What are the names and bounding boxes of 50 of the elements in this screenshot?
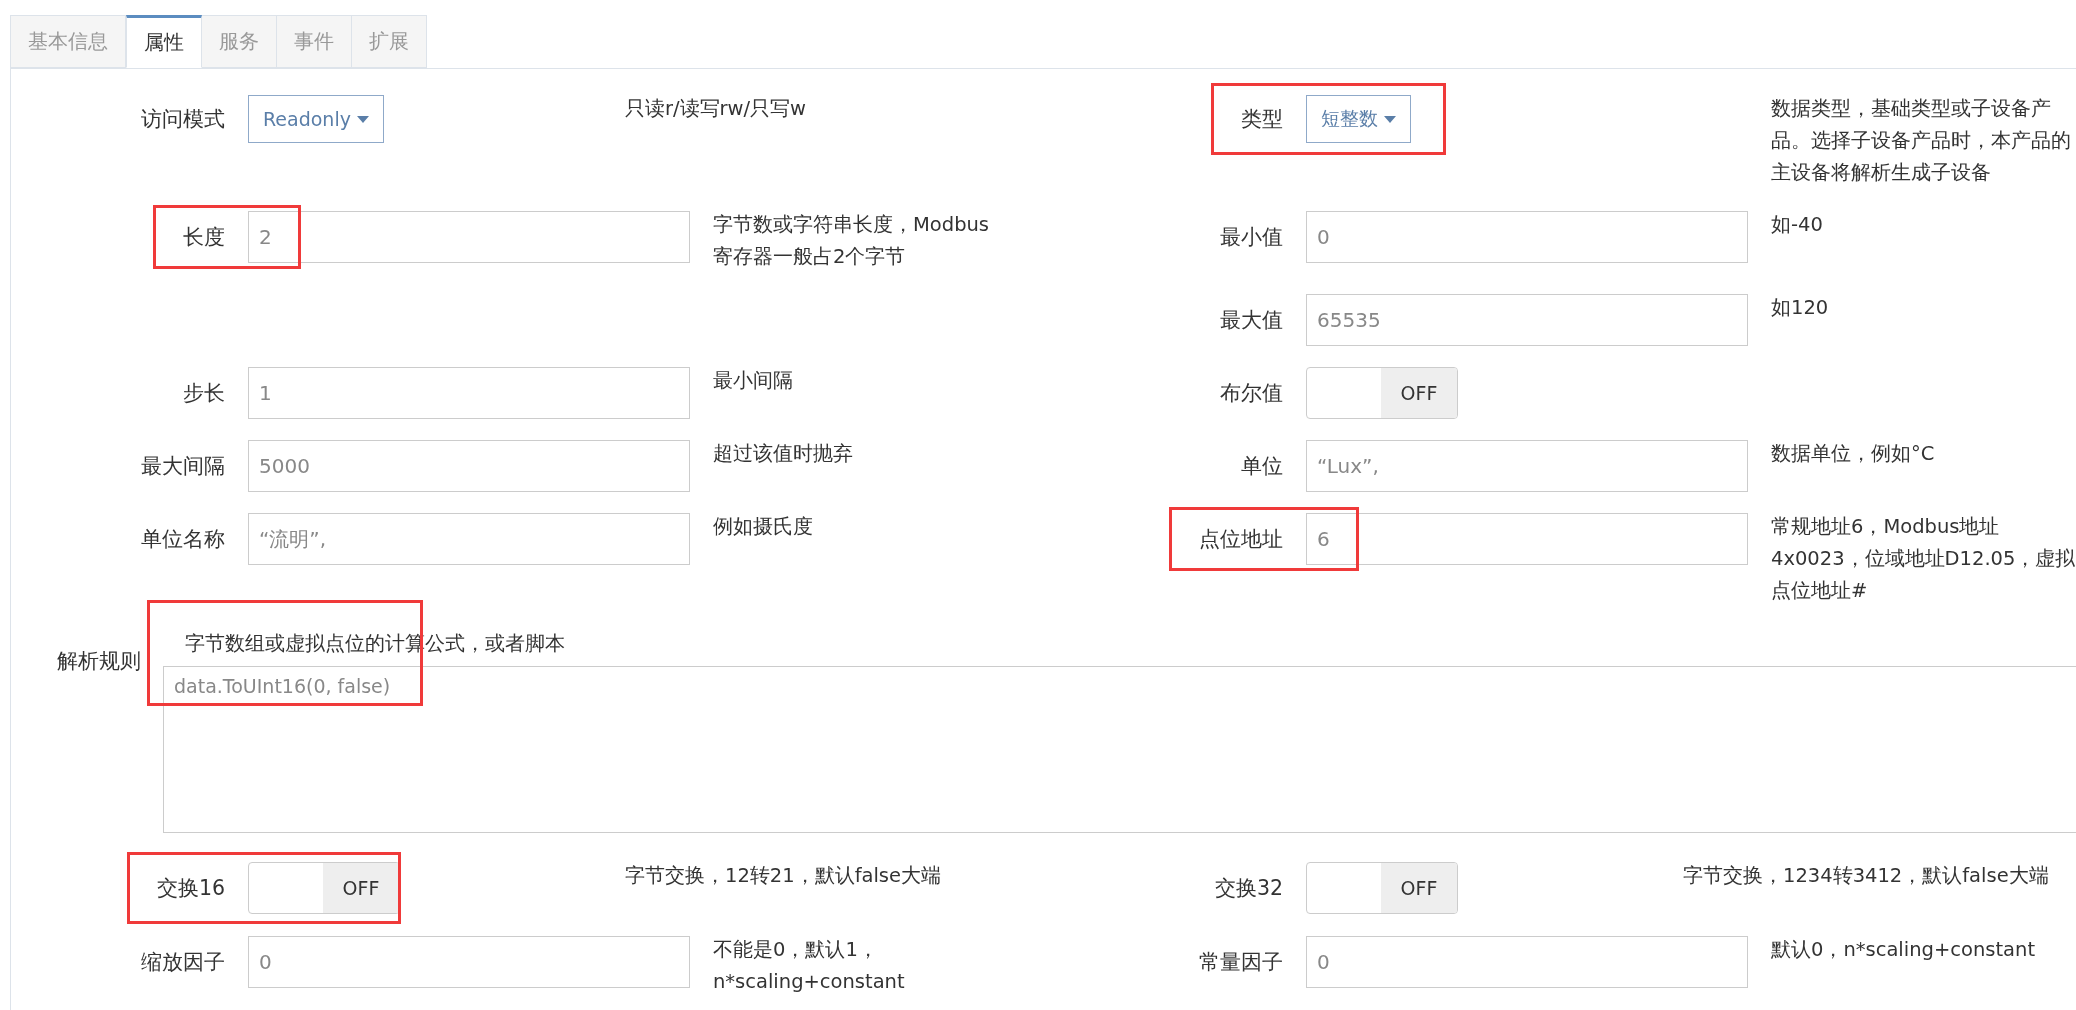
toggle-switch[interactable]: OFF: [1306, 862, 1458, 914]
field-label: 最大值: [1220, 307, 1283, 334]
tab[interactable]: 扩展: [352, 15, 427, 68]
field-label: 步长: [183, 380, 225, 407]
help-text: 常规地址6，Modbus地址4x0023，位域地址D12.05，虚拟点位地址#: [1771, 514, 2076, 604]
field-label: 交换16: [156, 874, 225, 902]
help-text: 字节交换，1234转3412，默认false大端: [1683, 863, 2050, 889]
field-label: 单位: [1241, 453, 1283, 480]
dropdown-button[interactable]: 短整数: [1306, 95, 1411, 143]
help-text: 如-40: [1771, 212, 1824, 238]
script-textarea[interactable]: data.ToUInt16(0, false): [163, 666, 2076, 833]
field-label: 布尔值: [1220, 380, 1283, 407]
caret-icon: [1384, 115, 1396, 123]
input-field[interactable]: 1: [248, 367, 690, 419]
help-text: 数据类型，基础类型或子设备产品。选择子设备产品时，本产品的主设备将解析生成子设备: [1771, 96, 2072, 186]
help-text: 如120: [1771, 295, 1830, 321]
field-label: 类型: [1241, 105, 1283, 133]
field-label: 缩放因子: [141, 949, 225, 976]
input-field[interactable]: “Lux”,: [1306, 440, 1748, 492]
field-label: 单位名称: [141, 526, 225, 553]
input-field[interactable]: 0: [1306, 211, 1748, 263]
field-label: 交换32: [1214, 875, 1283, 902]
input-field[interactable]: “流明”,: [248, 513, 690, 565]
input-field[interactable]: 6: [1306, 513, 1748, 565]
tab[interactable]: 事件: [277, 15, 352, 68]
toggle-switch[interactable]: OFF: [1306, 367, 1458, 419]
help-text: 字节交换，12转21，默认false大端: [625, 863, 942, 889]
field-label: 访问模式: [141, 106, 225, 133]
field-label: 解析规则: [57, 648, 141, 675]
field-label: 最大间隔: [141, 453, 225, 480]
input-field[interactable]: 5000: [248, 440, 690, 492]
help-text: 数据单位，例如°C: [1771, 441, 1936, 467]
help-text: 超过该值时抛弃: [713, 441, 854, 467]
dropdown-button[interactable]: Readonly: [248, 95, 384, 143]
input-field[interactable]: 0: [1306, 936, 1748, 988]
field-label: 常量因子: [1199, 949, 1283, 976]
help-text: 例如摄氏度: [713, 514, 814, 540]
input-field[interactable]: 0: [248, 936, 690, 988]
field-label: 最小值: [1220, 224, 1283, 251]
help-text: 默认0，n*scaling+constant: [1771, 937, 2037, 963]
tab[interactable]: 属性: [126, 15, 202, 68]
tab[interactable]: 服务: [202, 15, 277, 68]
help-text: 字节数或字符串长度，Modbus寄存器一般占2个字节: [713, 212, 991, 270]
input-field[interactable]: 65535: [1306, 294, 1748, 346]
caret-icon: [356, 115, 369, 123]
toggle-switch[interactable]: OFF: [248, 862, 400, 914]
input-field[interactable]: 2: [248, 211, 690, 263]
tab[interactable]: 基本信息: [10, 15, 126, 68]
help-text: 最小间隔: [713, 368, 794, 394]
help-text: 只读r/读写rw/只写w: [625, 96, 808, 122]
